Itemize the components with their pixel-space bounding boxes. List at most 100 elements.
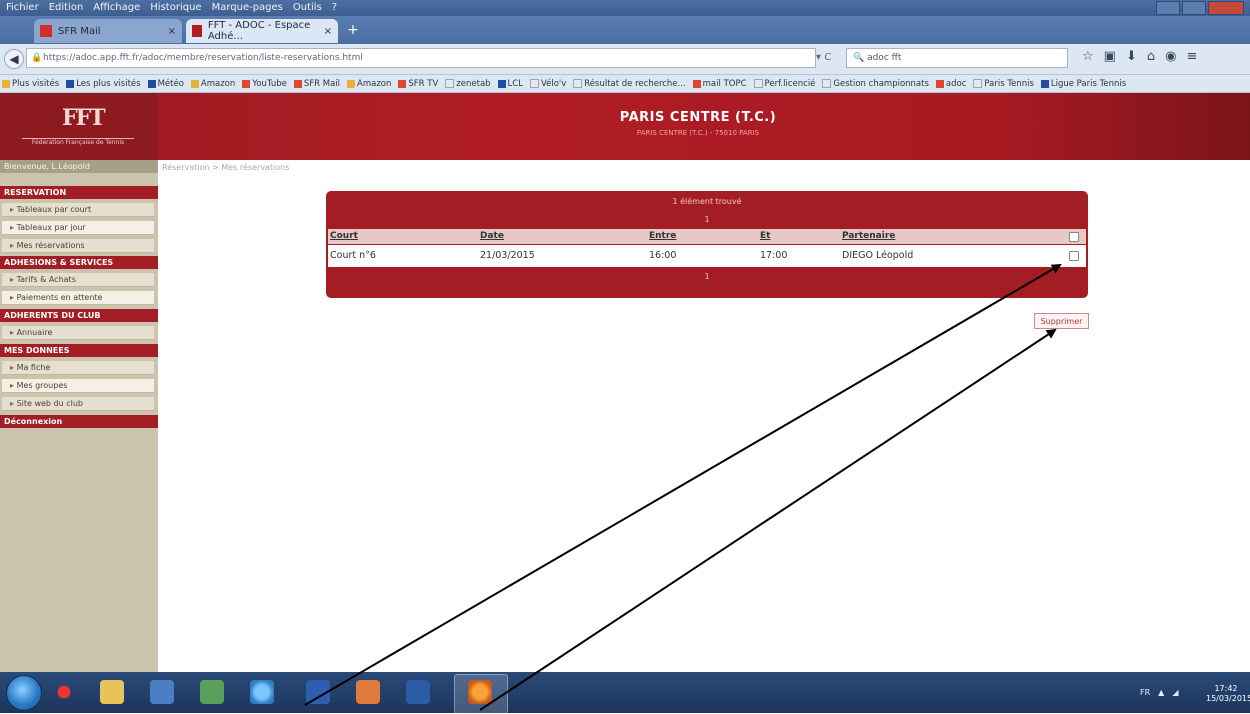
close-window-button[interactable] bbox=[1208, 1, 1244, 15]
bookmark-item[interactable]: Plus visités bbox=[2, 79, 59, 89]
column-header-partenaire[interactable]: Partenaire bbox=[842, 231, 895, 241]
table-header-row bbox=[328, 229, 1086, 244]
bookmark-item[interactable]: Amazon bbox=[347, 79, 391, 89]
bookmark-star-icon[interactable]: ☆ bbox=[1082, 49, 1094, 64]
fft-logo[interactable]: FFT Fédération Française de Tennis bbox=[0, 93, 158, 160]
powerpoint-icon[interactable] bbox=[356, 680, 380, 704]
pagination-bottom[interactable]: 1 bbox=[326, 272, 1088, 281]
bookmark-item[interactable]: Gestion championnats bbox=[822, 79, 929, 89]
bookmark-item[interactable]: Ligue Paris Tennis bbox=[1040, 79, 1126, 89]
select-all-checkbox[interactable] bbox=[1069, 232, 1079, 242]
bookmark-item[interactable]: Météo bbox=[147, 79, 184, 89]
sidebar-section-mes-donnees[interactable]: MES DONNEES bbox=[0, 344, 158, 357]
file-explorer-icon[interactable] bbox=[100, 680, 124, 704]
cell-et: 17:00 bbox=[760, 250, 788, 261]
arrow-to-delete-button bbox=[479, 328, 1057, 711]
bookmark-item[interactable]: YouTube bbox=[242, 79, 287, 89]
column-header-date[interactable]: Date bbox=[480, 231, 504, 241]
sidebar-item-site-web[interactable]: Site web du club bbox=[2, 397, 154, 411]
pocket-icon[interactable]: ◉ bbox=[1165, 49, 1176, 64]
menu-file[interactable]: Fichier bbox=[6, 2, 39, 13]
media-player-icon[interactable] bbox=[52, 680, 76, 704]
clock-date: 15/03/2015 bbox=[1206, 694, 1250, 703]
clock-time: 17:42 bbox=[1214, 684, 1238, 693]
home-icon[interactable]: ⌂ bbox=[1147, 49, 1155, 64]
menu-bookmarks[interactable]: Marque-pages bbox=[212, 2, 283, 13]
maximize-button[interactable] bbox=[1182, 1, 1206, 15]
bookmark-item[interactable]: Vélo'v bbox=[529, 79, 566, 89]
delete-button[interactable]: Supprimer bbox=[1034, 313, 1089, 329]
sidebar-item-tableaux-par-jour[interactable]: Tableaux par jour bbox=[2, 221, 154, 235]
tab-fft-adoc[interactable]: FFT - ADOC - Espace Adhé... × bbox=[186, 19, 338, 43]
control-panel-icon[interactable] bbox=[150, 680, 174, 704]
sidebar-item-paiements[interactable]: Paiements en attente bbox=[2, 291, 154, 305]
firefox-icon[interactable] bbox=[468, 680, 492, 704]
reload-icon[interactable]: ▾ C bbox=[816, 48, 846, 68]
row-select-checkbox[interactable] bbox=[1069, 251, 1079, 261]
tab-label: SFR Mail bbox=[58, 25, 101, 37]
sidebar-item-annuaire[interactable]: Annuaire bbox=[2, 326, 154, 340]
bookmark-item[interactable]: Amazon bbox=[190, 79, 235, 89]
arrow-to-checkbox bbox=[304, 263, 1062, 706]
breadcrumb[interactable]: Réservation > Mes réservations bbox=[162, 163, 289, 172]
search-value: adoc fft bbox=[867, 53, 902, 63]
paint-icon[interactable] bbox=[200, 680, 224, 704]
column-header-entre[interactable]: Entre bbox=[649, 231, 676, 241]
bookmark-item[interactable]: Les plus visités bbox=[66, 79, 141, 89]
outlook-icon[interactable] bbox=[306, 680, 330, 704]
sidebar-section-reservation[interactable]: RESERVATION bbox=[0, 186, 158, 199]
bookmarks-bar: Plus visités Les plus visités Météo Amaz… bbox=[0, 75, 1250, 93]
sidebar-item-ma-fiche[interactable]: Ma fiche bbox=[2, 361, 154, 375]
clock[interactable]: 17:42 15/03/2015 bbox=[1206, 684, 1250, 704]
menu-history[interactable]: Historique bbox=[150, 2, 201, 13]
sidebar-item-tableaux-par-court[interactable]: Tableaux par court bbox=[2, 203, 154, 217]
url-bar[interactable]: 🔒 https://adoc.app.fft.fr/adoc/membre/re… bbox=[26, 48, 816, 68]
pagination-top[interactable]: 1 bbox=[326, 215, 1088, 224]
sidebar-item-tarifs[interactable]: Tarifs & Achats bbox=[2, 273, 154, 287]
sidebar-section-adhesions[interactable]: ADHESIONS & SERVICES bbox=[0, 256, 158, 269]
tab-close-icon[interactable]: × bbox=[324, 26, 332, 37]
word-icon[interactable] bbox=[406, 680, 430, 704]
column-header-court[interactable]: Court bbox=[330, 231, 358, 241]
system-tray: FR ▲ ◢ bbox=[1140, 688, 1178, 697]
language-indicator[interactable]: FR bbox=[1140, 688, 1150, 697]
menu-icon[interactable]: ≡ bbox=[1186, 49, 1197, 64]
menu-help[interactable]: ? bbox=[332, 2, 337, 13]
menu-view[interactable]: Affichage bbox=[93, 2, 140, 13]
sidebar-item-mes-reservations[interactable]: Mes réservations bbox=[2, 239, 154, 253]
sidebar-logout[interactable]: Déconnexion bbox=[0, 415, 158, 428]
bookmark-item[interactable]: mail TOPC bbox=[692, 79, 747, 89]
bookmark-item[interactable]: Paris Tennis bbox=[973, 79, 1034, 89]
sfr-favicon-icon bbox=[40, 25, 52, 37]
menu-edit[interactable]: Edition bbox=[49, 2, 84, 13]
bookmark-item[interactable]: SFR Mail bbox=[293, 79, 340, 89]
bookmark-item[interactable]: Résultat de recherche... bbox=[573, 79, 686, 89]
minimize-button[interactable] bbox=[1156, 1, 1180, 15]
reading-list-icon[interactable]: ▣ bbox=[1104, 49, 1116, 64]
bookmark-item[interactable]: zenetab bbox=[445, 79, 491, 89]
sidebar-item-mes-groupes[interactable]: Mes groupes bbox=[2, 379, 154, 393]
tab-close-icon[interactable]: × bbox=[168, 26, 176, 37]
volume-icon[interactable]: ◢ bbox=[1172, 688, 1178, 697]
internet-explorer-icon[interactable] bbox=[250, 680, 274, 704]
cell-partenaire: DIEGO Léopold bbox=[842, 250, 914, 261]
bookmark-item[interactable]: LCL bbox=[497, 79, 523, 89]
tab-sfr-mail[interactable]: SFR Mail × bbox=[34, 19, 182, 43]
menu-tools[interactable]: Outils bbox=[293, 2, 322, 13]
new-tab-button[interactable]: + bbox=[342, 20, 364, 40]
bookmark-item[interactable]: adoc bbox=[935, 79, 966, 89]
search-input[interactable]: 🔍 adoc fft bbox=[846, 48, 1068, 68]
bookmark-item[interactable]: Perf.licencié bbox=[753, 79, 815, 89]
user-welcome[interactable]: Bienvenue, L.Léopold bbox=[0, 160, 158, 173]
bookmark-item[interactable]: SFR TV bbox=[398, 79, 438, 89]
sidebar-section-adherents[interactable]: ADHERENTS DU CLUB bbox=[0, 309, 158, 322]
fft-favicon-icon bbox=[192, 25, 202, 37]
tray-arrow-icon[interactable]: ▲ bbox=[1158, 688, 1164, 697]
club-name: PARIS CENTRE (T.C.) bbox=[619, 110, 777, 125]
download-icon[interactable]: ⬇ bbox=[1126, 49, 1137, 64]
column-header-et[interactable]: Et bbox=[760, 231, 770, 241]
back-button[interactable]: ◀ bbox=[4, 49, 24, 69]
start-button[interactable] bbox=[6, 675, 42, 711]
fft-logo-icon: FFT bbox=[62, 105, 106, 131]
search-icon: 🔍 bbox=[853, 53, 868, 63]
